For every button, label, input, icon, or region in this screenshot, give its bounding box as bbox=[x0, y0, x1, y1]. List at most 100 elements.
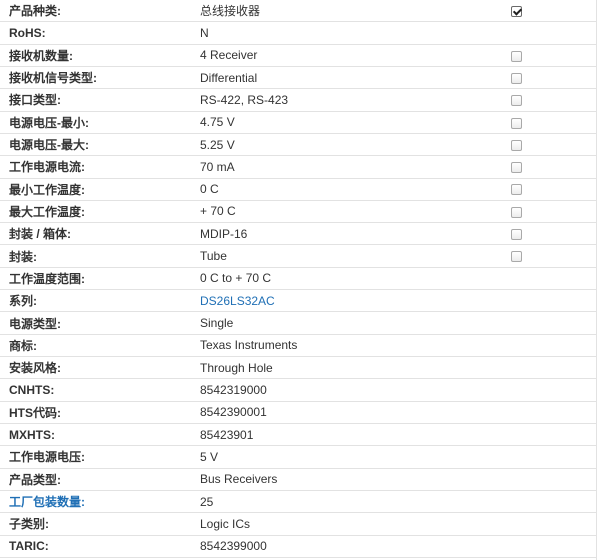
spec-filter-checkbox[interactable] bbox=[511, 117, 522, 129]
spec-row: 电源电压-最小: 4.75 V bbox=[0, 110, 596, 134]
spec-value: 70 mA bbox=[200, 159, 235, 174]
spec-row: 工作电源电压: 5 V bbox=[0, 445, 596, 469]
spec-row: CNHTS: 8542319000 bbox=[0, 378, 596, 402]
spec-filter-checkbox[interactable] bbox=[511, 162, 522, 174]
spec-label-link[interactable]: 工厂包装数量: bbox=[9, 495, 85, 509]
spec-label-cell: 接口类型: bbox=[0, 88, 191, 112]
spec-label: 工作电源电压: bbox=[9, 450, 85, 465]
spec-value-cell: Texas Instruments bbox=[191, 333, 473, 357]
spec-value: Tube bbox=[200, 249, 227, 264]
spec-filter-cell bbox=[473, 65, 596, 89]
spec-label: 接口类型: bbox=[9, 93, 61, 108]
spec-value: Through Hole bbox=[200, 360, 273, 375]
spec-value: 4.75 V bbox=[200, 115, 235, 130]
spec-filter-cell bbox=[473, 132, 596, 156]
spec-value-cell: 25 bbox=[191, 489, 473, 513]
spec-value: 8542399000 bbox=[200, 539, 267, 554]
table-right-border bbox=[596, 0, 597, 560]
spec-label-cell: 商标: bbox=[0, 333, 191, 357]
spec-label-cell: 工厂包装数量: bbox=[0, 489, 191, 513]
spec-value: + 70 C bbox=[200, 204, 236, 219]
spec-filter-cell bbox=[473, 445, 596, 469]
spec-label: 子类别: bbox=[9, 517, 49, 532]
spec-label-cell: 安装风格: bbox=[0, 355, 191, 379]
spec-filter-checkbox[interactable] bbox=[511, 139, 522, 151]
spec-value-cell: Tube bbox=[191, 244, 473, 268]
spec-label: 最大工作温度: bbox=[9, 204, 85, 219]
spec-filter-checkbox[interactable] bbox=[511, 184, 522, 196]
spec-value: N bbox=[200, 25, 209, 40]
spec-table-body: 产品种类: 总线接收器 RoHS: N 接收机数量: 4 Receiver 接收机信号类型:… bbox=[0, 0, 596, 558]
spec-value-cell: 5 V bbox=[191, 445, 473, 469]
spec-value-cell: RS-422, RS-423 bbox=[191, 88, 473, 112]
spec-label: 安装风格: bbox=[9, 361, 61, 376]
spec-label: HTS代码: bbox=[9, 405, 61, 420]
spec-filter-cell bbox=[473, 333, 596, 357]
spec-value-cell: N bbox=[191, 21, 473, 45]
spec-row: 封装 / 箱体: MDIP-16 bbox=[0, 222, 596, 245]
spec-value: 0 C bbox=[200, 182, 219, 197]
spec-value-cell: 70 mA bbox=[191, 155, 473, 178]
spec-row: 最小工作温度: 0 C bbox=[0, 177, 596, 201]
spec-value: RS-422, RS-423 bbox=[200, 92, 289, 107]
spec-filter-cell bbox=[473, 378, 596, 402]
spec-filter-cell bbox=[473, 177, 596, 201]
spec-filter-cell bbox=[473, 0, 596, 22]
spec-label-cell: MXHTS: bbox=[0, 422, 191, 446]
spec-value-cell: Logic ICs bbox=[191, 512, 473, 535]
spec-label-cell: 电源类型: bbox=[0, 311, 191, 335]
spec-value-cell: 8542399000 bbox=[191, 534, 473, 558]
spec-value-cell: MDIP-16 bbox=[191, 222, 473, 245]
spec-label: 接收机信号类型: bbox=[9, 71, 97, 86]
spec-value: 总线接收器 bbox=[200, 4, 261, 19]
spec-label-cell: 子类别: bbox=[0, 512, 191, 535]
spec-filter-checkbox[interactable] bbox=[511, 206, 522, 218]
spec-label: 封装: bbox=[9, 249, 37, 264]
spec-value: 5.25 V bbox=[200, 137, 235, 152]
spec-value: 4 Receiver bbox=[200, 48, 258, 63]
spec-row: 最大工作温度: + 70 C bbox=[0, 199, 596, 223]
spec-label-cell: 最大工作温度: bbox=[0, 199, 191, 223]
spec-label-cell: 封装: bbox=[0, 244, 191, 268]
spec-label: RoHS: bbox=[9, 25, 46, 40]
spec-value-cell: 8542319000 bbox=[191, 378, 473, 402]
spec-filter-checkbox[interactable] bbox=[511, 251, 522, 263]
spec-label: 电源电压-最小: bbox=[9, 115, 89, 130]
spec-filter-checkbox[interactable] bbox=[511, 229, 522, 241]
spec-label-cell: 接收机数量: bbox=[0, 43, 191, 67]
spec-filter-cell bbox=[473, 289, 596, 312]
spec-label: 产品类型: bbox=[9, 472, 61, 487]
spec-filter-cell bbox=[473, 489, 596, 513]
spec-filter-cell bbox=[473, 355, 596, 379]
spec-value-cell: 0 C bbox=[191, 177, 473, 201]
spec-value: MDIP-16 bbox=[200, 226, 248, 241]
spec-filter-checkbox[interactable] bbox=[511, 95, 522, 107]
spec-filter-cell bbox=[473, 88, 596, 112]
spec-label-cell: 系列: bbox=[0, 289, 191, 312]
spec-label: 商标: bbox=[9, 338, 37, 353]
spec-value-cell: 4 Receiver bbox=[191, 43, 473, 67]
spec-row: MXHTS: 85423901 bbox=[0, 422, 596, 446]
spec-filter-checkbox[interactable] bbox=[511, 5, 522, 17]
spec-value: 0 C to + 70 C bbox=[200, 271, 272, 286]
spec-value-cell: Single bbox=[191, 311, 473, 335]
spec-filter-cell bbox=[473, 222, 596, 245]
spec-filter-cell bbox=[473, 311, 596, 335]
spec-label: 产品种类: bbox=[9, 4, 61, 19]
spec-value-cell: 4.75 V bbox=[191, 110, 473, 134]
spec-filter-cell bbox=[473, 110, 596, 134]
spec-label: MXHTS: bbox=[9, 427, 55, 442]
spec-filter-checkbox[interactable] bbox=[511, 50, 522, 62]
spec-filter-checkbox[interactable] bbox=[511, 72, 522, 84]
spec-row: RoHS: N bbox=[0, 21, 596, 45]
spec-label-cell: 封装 / 箱体: bbox=[0, 222, 191, 245]
spec-label-cell: 产品种类: bbox=[0, 0, 191, 22]
spec-filter-cell bbox=[473, 467, 596, 491]
spec-label: 工作电源电流: bbox=[9, 160, 85, 175]
spec-label-cell: 工作电源电流: bbox=[0, 155, 191, 178]
spec-value-link[interactable]: DS26LS32AC bbox=[200, 294, 275, 308]
spec-row: 商标: Texas Instruments bbox=[0, 333, 596, 357]
spec-value: 25 bbox=[200, 494, 214, 509]
spec-label-cell: 最小工作温度: bbox=[0, 177, 191, 201]
spec-label-cell: 电源电压-最大: bbox=[0, 132, 191, 156]
